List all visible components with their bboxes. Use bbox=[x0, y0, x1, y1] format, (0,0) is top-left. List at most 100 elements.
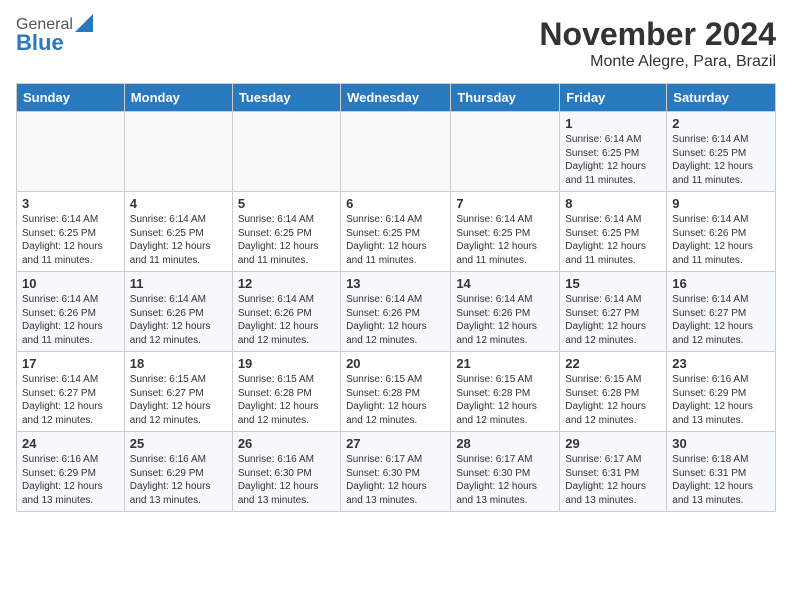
day-info: Sunset: 6:27 PM bbox=[565, 307, 661, 321]
day-info: Daylight: 12 hours and 13 minutes. bbox=[22, 480, 119, 507]
day-info: Sunset: 6:26 PM bbox=[130, 307, 227, 321]
day-info: Daylight: 12 hours and 12 minutes. bbox=[672, 320, 770, 347]
day-info: Sunset: 6:25 PM bbox=[22, 227, 119, 241]
day-number: 9 bbox=[672, 196, 770, 211]
day-info: Daylight: 12 hours and 12 minutes. bbox=[346, 320, 445, 347]
calendar-cell: 10Sunrise: 6:14 AMSunset: 6:26 PMDayligh… bbox=[17, 272, 125, 352]
calendar-cell: 1Sunrise: 6:14 AMSunset: 6:25 PMDaylight… bbox=[560, 112, 667, 192]
day-info: Sunset: 6:26 PM bbox=[672, 227, 770, 241]
calendar-cell: 3Sunrise: 6:14 AMSunset: 6:25 PMDaylight… bbox=[17, 192, 125, 272]
day-number: 21 bbox=[456, 356, 554, 371]
calendar-header: SundayMondayTuesdayWednesdayThursdayFrid… bbox=[17, 84, 776, 112]
day-info: Daylight: 12 hours and 12 minutes. bbox=[565, 400, 661, 427]
day-info: Sunset: 6:27 PM bbox=[22, 387, 119, 401]
day-info: Sunrise: 6:14 AM bbox=[672, 133, 770, 147]
calendar-cell: 16Sunrise: 6:14 AMSunset: 6:27 PMDayligh… bbox=[667, 272, 776, 352]
calendar-week-row: 3Sunrise: 6:14 AMSunset: 6:25 PMDaylight… bbox=[17, 192, 776, 272]
day-number: 13 bbox=[346, 276, 445, 291]
calendar-cell: 7Sunrise: 6:14 AMSunset: 6:25 PMDaylight… bbox=[451, 192, 560, 272]
day-info: Daylight: 12 hours and 13 minutes. bbox=[346, 480, 445, 507]
day-info: Sunset: 6:29 PM bbox=[22, 467, 119, 481]
days-of-week-row: SundayMondayTuesdayWednesdayThursdayFrid… bbox=[17, 84, 776, 112]
day-info: Sunset: 6:27 PM bbox=[130, 387, 227, 401]
calendar-cell: 13Sunrise: 6:14 AMSunset: 6:26 PMDayligh… bbox=[341, 272, 451, 352]
day-info: Daylight: 12 hours and 11 minutes. bbox=[456, 240, 554, 267]
header-saturday: Saturday bbox=[667, 84, 776, 112]
day-info: Sunset: 6:25 PM bbox=[456, 227, 554, 241]
calendar-title: November 2024 bbox=[539, 16, 776, 53]
day-info: Daylight: 12 hours and 11 minutes. bbox=[238, 240, 335, 267]
day-number: 6 bbox=[346, 196, 445, 211]
calendar-week-row: 24Sunrise: 6:16 AMSunset: 6:29 PMDayligh… bbox=[17, 432, 776, 512]
day-info: Sunrise: 6:14 AM bbox=[565, 213, 661, 227]
day-info: Daylight: 12 hours and 12 minutes. bbox=[456, 320, 554, 347]
day-number: 7 bbox=[456, 196, 554, 211]
day-info: Sunset: 6:25 PM bbox=[672, 147, 770, 161]
calendar-cell: 2 Sunrise: 6:14 AMSunset: 6:25 PMDaylight… bbox=[667, 112, 776, 192]
day-info: Sunset: 6:29 PM bbox=[130, 467, 227, 481]
calendar-table: SundayMondayTuesdayWednesdayThursdayFrid… bbox=[16, 83, 776, 512]
day-info: Sunset: 6:31 PM bbox=[565, 467, 661, 481]
day-info: Sunset: 6:25 PM bbox=[238, 227, 335, 241]
day-info: Sunrise: 6:14 AM bbox=[456, 293, 554, 307]
calendar-cell: 24Sunrise: 6:16 AMSunset: 6:29 PMDayligh… bbox=[17, 432, 125, 512]
day-info: Daylight: 12 hours and 13 minutes. bbox=[672, 480, 770, 507]
calendar-cell: 26Sunrise: 6:16 AMSunset: 6:30 PMDayligh… bbox=[232, 432, 340, 512]
day-number: 24 bbox=[22, 436, 119, 451]
day-info: Daylight: 12 hours and 11 minutes. bbox=[22, 240, 119, 267]
day-info: Daylight: 12 hours and 12 minutes. bbox=[130, 400, 227, 427]
day-number: 1 bbox=[565, 116, 661, 131]
day-info: Sunrise: 6:15 AM bbox=[238, 373, 335, 387]
calendar-cell bbox=[451, 112, 560, 192]
day-info: Sunrise: 6:16 AM bbox=[130, 453, 227, 467]
header-sunday: Sunday bbox=[17, 84, 125, 112]
day-info: Sunrise: 6:14 AM bbox=[238, 293, 335, 307]
calendar-week-row: 1Sunrise: 6:14 AMSunset: 6:25 PMDaylight… bbox=[17, 112, 776, 192]
day-info: Sunrise: 6:14 AM bbox=[22, 373, 119, 387]
calendar-subtitle: Monte Alegre, Para, Brazil bbox=[539, 53, 776, 71]
day-info: Sunrise: 6:17 AM bbox=[346, 453, 445, 467]
calendar-cell bbox=[341, 112, 451, 192]
day-number: 20 bbox=[346, 356, 445, 371]
header-wednesday: Wednesday bbox=[341, 84, 451, 112]
day-info: Daylight: 12 hours and 13 minutes. bbox=[456, 480, 554, 507]
logo-arrow-icon bbox=[75, 14, 93, 32]
day-info: Sunset: 6:28 PM bbox=[456, 387, 554, 401]
day-info: Daylight: 12 hours and 12 minutes. bbox=[238, 400, 335, 427]
day-info: Sunset: 6:25 PM bbox=[565, 227, 661, 241]
day-info: Sunrise: 6:14 AM bbox=[238, 213, 335, 227]
calendar-cell: 19Sunrise: 6:15 AMSunset: 6:28 PMDayligh… bbox=[232, 352, 340, 432]
day-info: Sunrise: 6:14 AM bbox=[130, 293, 227, 307]
day-info: Daylight: 12 hours and 13 minutes. bbox=[130, 480, 227, 507]
day-info: Daylight: 12 hours and 11 minutes. bbox=[565, 160, 661, 187]
day-info: Daylight: 12 hours and 12 minutes. bbox=[238, 320, 335, 347]
calendar-cell: 30Sunrise: 6:18 AMSunset: 6:31 PMDayligh… bbox=[667, 432, 776, 512]
calendar-cell: 29Sunrise: 6:17 AMSunset: 6:31 PMDayligh… bbox=[560, 432, 667, 512]
day-info: Sunset: 6:28 PM bbox=[346, 387, 445, 401]
day-number: 5 bbox=[238, 196, 335, 211]
day-number: 25 bbox=[130, 436, 227, 451]
calendar-body: 1Sunrise: 6:14 AMSunset: 6:25 PMDaylight… bbox=[17, 112, 776, 512]
day-info: Sunrise: 6:16 AM bbox=[672, 373, 770, 387]
day-info: Sunrise: 6:16 AM bbox=[238, 453, 335, 467]
day-info: Daylight: 12 hours and 11 minutes. bbox=[672, 160, 770, 187]
day-info: Sunset: 6:30 PM bbox=[456, 467, 554, 481]
day-info: Daylight: 12 hours and 11 minutes. bbox=[346, 240, 445, 267]
calendar-cell: 12Sunrise: 6:14 AMSunset: 6:26 PMDayligh… bbox=[232, 272, 340, 352]
day-info: Daylight: 12 hours and 12 minutes. bbox=[456, 400, 554, 427]
calendar-cell: 8Sunrise: 6:14 AMSunset: 6:25 PMDaylight… bbox=[560, 192, 667, 272]
day-number: 19 bbox=[238, 356, 335, 371]
calendar-title-block: November 2024 Monte Alegre, Para, Brazil bbox=[539, 16, 776, 71]
day-info: Sunrise: 6:14 AM bbox=[22, 293, 119, 307]
day-info: Sunset: 6:26 PM bbox=[346, 307, 445, 321]
page-header: General Blue November 2024 Monte Alegre,… bbox=[16, 16, 776, 71]
day-info: Sunset: 6:31 PM bbox=[672, 467, 770, 481]
day-info: Sunrise: 6:15 AM bbox=[565, 373, 661, 387]
day-info: Sunset: 6:26 PM bbox=[22, 307, 119, 321]
calendar-cell: 14Sunrise: 6:14 AMSunset: 6:26 PMDayligh… bbox=[451, 272, 560, 352]
day-info: Sunrise: 6:14 AM bbox=[22, 213, 119, 227]
day-number: 2 bbox=[672, 116, 770, 131]
day-info: Sunset: 6:30 PM bbox=[238, 467, 335, 481]
day-number: 14 bbox=[456, 276, 554, 291]
header-thursday: Thursday bbox=[451, 84, 560, 112]
